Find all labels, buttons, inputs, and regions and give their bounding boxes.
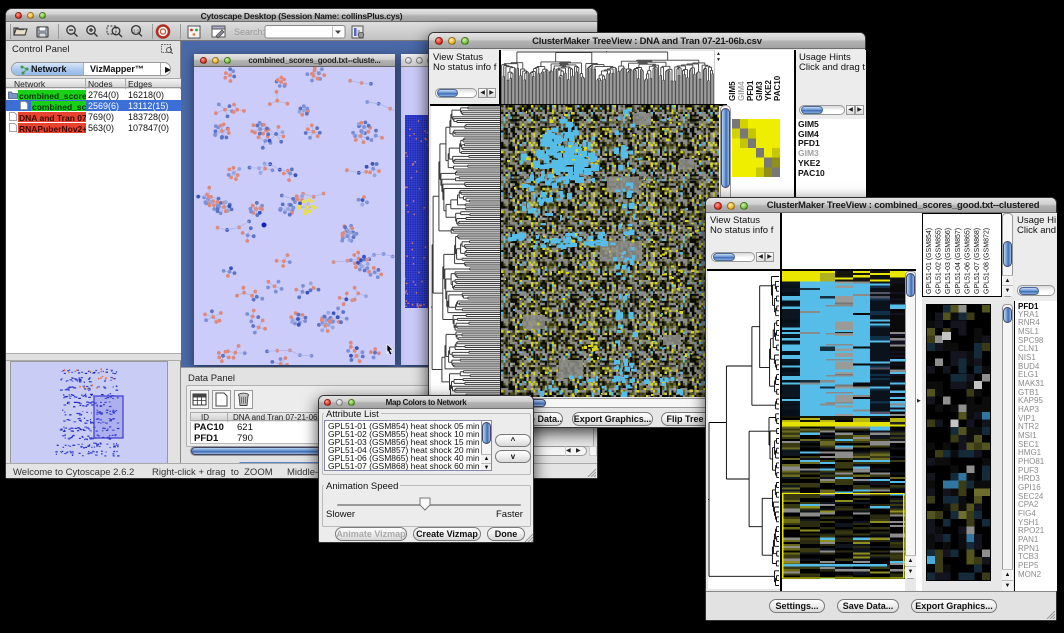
- svg-text:1:1: 1:1: [133, 29, 140, 34]
- svg-text:PAC10: PAC10: [773, 75, 782, 101]
- svg-text:GIM3: GIM3: [755, 81, 764, 101]
- svg-text:YKE2: YKE2: [764, 80, 773, 101]
- svg-text:GPL51-06 (GSM865): GPL51-06 (GSM865): [964, 228, 971, 294]
- svg-text:Search:: Search:: [234, 27, 265, 37]
- svg-text:GPL51-07 (GSM868): GPL51-07 (GSM868): [974, 228, 981, 294]
- svg-text:GIM4: GIM4: [737, 81, 746, 101]
- svg-text:GPL51-01 (GSM854): GPL51-01 (GSM854): [926, 228, 933, 294]
- svg-text:GPL51-04 (GSM857): GPL51-04 (GSM857): [955, 228, 962, 294]
- svg-text:GPL51-02 (GSM855): GPL51-02 (GSM855): [936, 228, 943, 294]
- svg-text:GIM5: GIM5: [728, 81, 737, 101]
- svg-text:GPL51-03 (GSM856): GPL51-03 (GSM856): [945, 228, 952, 294]
- svg-text:GPL51-08 (GSM872): GPL51-08 (GSM872): [984, 228, 991, 294]
- svg-text:PFD1: PFD1: [746, 80, 755, 101]
